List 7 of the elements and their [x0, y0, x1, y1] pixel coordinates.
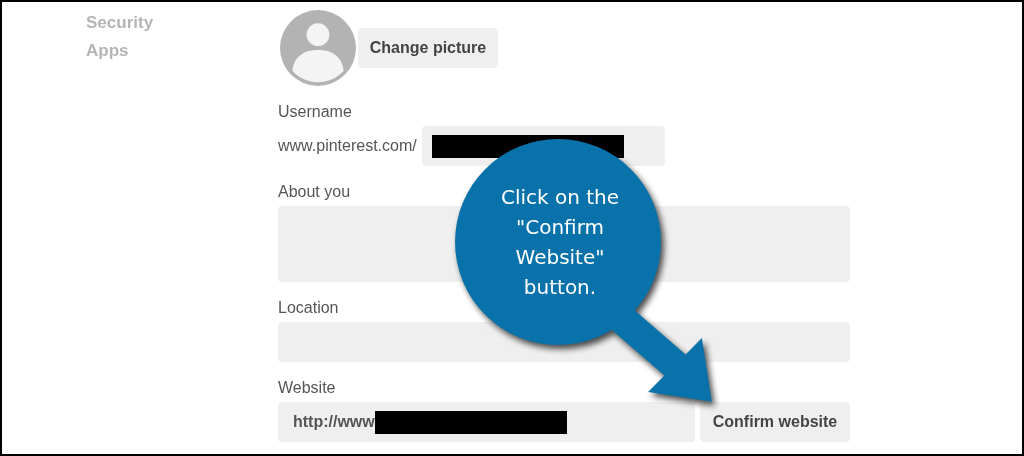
- callout-tooltip-text: Click on the "Confirm Website" button.: [499, 184, 621, 301]
- field-label: Username: [278, 102, 352, 122]
- website-value: http://www: [293, 413, 375, 431]
- url-prefix: www.pinterest.com/: [278, 137, 417, 155]
- field-label: Website: [278, 378, 336, 398]
- field-label: About you: [278, 182, 351, 202]
- field-label: Location: [278, 298, 339, 318]
